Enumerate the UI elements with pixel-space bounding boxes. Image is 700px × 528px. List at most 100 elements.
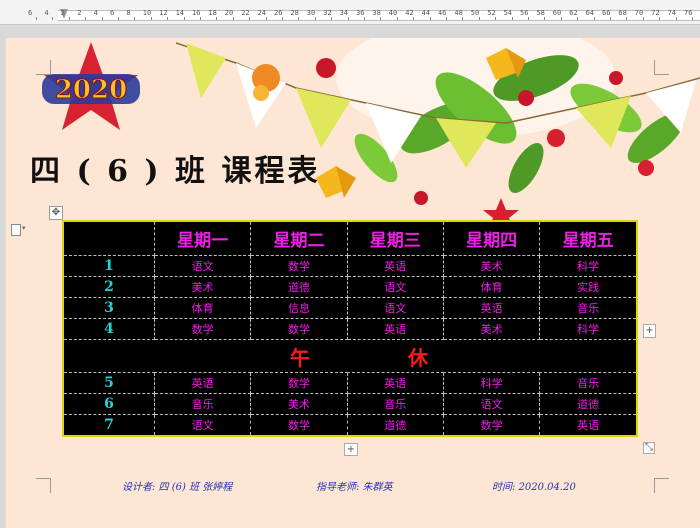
ruler-number: 4: [93, 9, 98, 17]
ruler-tick: [593, 17, 595, 20]
subject-cell[interactable]: 美术: [153, 276, 252, 298]
ruler-number: 46: [438, 9, 447, 17]
footer-date: 时间: 2020.04.20: [492, 482, 576, 493]
ruler-number: 28: [290, 9, 299, 17]
subject-cell[interactable]: 体育: [153, 297, 252, 319]
ruler-tick: [52, 17, 54, 20]
ruler-tick: [626, 17, 628, 20]
ruler-number: 74: [667, 9, 677, 17]
subject-cell[interactable]: 道德: [346, 414, 444, 437]
ruler-tick: [347, 17, 349, 20]
subject-cell[interactable]: 道德: [539, 393, 638, 415]
ruler-tick: [544, 17, 546, 20]
ruler-number: 36: [356, 9, 365, 17]
subject-cell[interactable]: 英语: [346, 372, 444, 394]
ruler-number: 24: [257, 9, 267, 17]
weekday-header[interactable]: 星期五: [539, 220, 638, 256]
table-resize-handle[interactable]: ⤡: [643, 442, 655, 454]
subject-cell[interactable]: 语文: [346, 297, 444, 319]
subject-cell[interactable]: 英语: [539, 414, 638, 437]
corner-cell[interactable]: [62, 220, 155, 256]
table-row: 5 英语 数学 英语 科学 音乐: [62, 372, 638, 394]
period-number[interactable]: 4: [62, 318, 155, 340]
subject-cell[interactable]: 语文: [442, 393, 541, 415]
subject-cell[interactable]: 语文: [153, 255, 252, 277]
subject-cell[interactable]: 数学: [250, 414, 348, 437]
subject-cell[interactable]: 英语: [346, 255, 444, 277]
ruler-tick: [413, 17, 415, 20]
schedule-table[interactable]: 星期一 星期二 星期三 星期四 星期五 1 语文 数学 英语 美术 科学 2 美术 道德 语文 体育 实践 3 体育…: [62, 220, 638, 437]
weekday-header[interactable]: 星期三: [346, 220, 444, 256]
ruler-tick: [101, 17, 103, 20]
ruler-tick: [314, 17, 316, 20]
subject-cell[interactable]: 美术: [442, 318, 541, 340]
horizontal-ruler[interactable]: 6 4 2 2 4 6 8 10 12 14 16 18 20 22 24 26 28 30 32 34 36 38 40 4…: [0, 0, 700, 25]
subject-cell[interactable]: 数学: [250, 255, 348, 277]
subject-cell[interactable]: 美术: [250, 393, 348, 415]
subject-cell[interactable]: 科学: [442, 372, 541, 394]
subject-cell[interactable]: 语文: [346, 276, 444, 298]
subject-cell[interactable]: 数学: [153, 318, 252, 340]
subject-cell[interactable]: 英语: [153, 372, 252, 394]
subject-cell[interactable]: 体育: [442, 276, 541, 298]
add-row-button[interactable]: +: [344, 443, 358, 456]
ruler-tick: [265, 17, 267, 20]
ruler-tick: [200, 17, 201, 20]
subject-cell[interactable]: 数学: [250, 372, 348, 394]
subject-cell[interactable]: 数学: [442, 414, 541, 437]
weekday-header[interactable]: 星期二: [250, 220, 348, 256]
ruler-tick: [495, 17, 497, 20]
subject-cell[interactable]: 音乐: [346, 393, 444, 415]
ruler-number: 42: [405, 9, 414, 17]
subject-cell[interactable]: 信息: [250, 297, 348, 319]
period-number[interactable]: 1: [62, 255, 155, 277]
period-number[interactable]: 5: [62, 372, 155, 394]
subject-cell[interactable]: 音乐: [539, 372, 638, 394]
ruler-number: 6: [28, 9, 33, 17]
subject-cell[interactable]: 音乐: [539, 297, 638, 319]
margin-corner-mark: [654, 478, 669, 493]
ruler-tick: [610, 17, 611, 20]
ruler-number: 56: [520, 9, 529, 17]
subject-cell[interactable]: 科学: [539, 255, 638, 277]
ruler-tick: [216, 17, 218, 20]
chevron-down-icon[interactable]: ▾: [22, 224, 26, 232]
ruler-tick: [478, 17, 480, 20]
ruler-number: 16: [192, 9, 201, 17]
subject-cell[interactable]: 英语: [346, 318, 444, 340]
ruler-tick: [249, 17, 251, 20]
ruler-tick: [298, 17, 300, 20]
lunch-break-cell[interactable]: 午休: [62, 339, 638, 373]
subject-cell[interactable]: 数学: [250, 318, 348, 340]
document-page[interactable]: 2020 四 ( 6 ) 班 课程表 ✥ ▾ 星期一 星期二 星期三 星期四 星期五 1 语…: [6, 38, 700, 528]
add-column-button[interactable]: +: [643, 324, 656, 338]
subject-cell[interactable]: 实践: [539, 276, 638, 298]
period-number[interactable]: 2: [62, 276, 155, 298]
2020-star-badge: 2020: [42, 42, 140, 130]
ruler-number: 6: [110, 9, 115, 17]
margin-corner-mark: [36, 478, 51, 493]
ruler-number: 14: [175, 9, 185, 17]
subject-cell[interactable]: 科学: [539, 318, 638, 340]
period-number[interactable]: 3: [62, 297, 155, 319]
weekday-header[interactable]: 星期一: [153, 220, 252, 256]
subject-cell[interactable]: 道德: [250, 276, 348, 298]
ruler-tick: [659, 17, 661, 20]
subject-cell[interactable]: 美术: [442, 255, 541, 277]
subject-cell[interactable]: 音乐: [153, 393, 252, 415]
paragraph-doc-icon[interactable]: [11, 224, 21, 236]
subject-cell[interactable]: 语文: [153, 414, 252, 437]
ruler-number: 34: [339, 9, 349, 17]
ruler-tick: [446, 17, 447, 20]
ruler-tick: [560, 17, 562, 20]
table-move-handle[interactable]: ✥: [49, 206, 63, 220]
ruler-number: 66: [602, 9, 611, 17]
subject-cell[interactable]: 英语: [442, 297, 541, 319]
weekday-header[interactable]: 星期四: [442, 220, 541, 256]
ruler-tick: [36, 17, 37, 20]
ruler-number: 50: [470, 9, 480, 17]
period-number[interactable]: 6: [62, 393, 155, 415]
ruler-number: 72: [651, 9, 660, 17]
period-number[interactable]: 7: [62, 414, 155, 437]
ruler-number: 22: [241, 9, 250, 17]
